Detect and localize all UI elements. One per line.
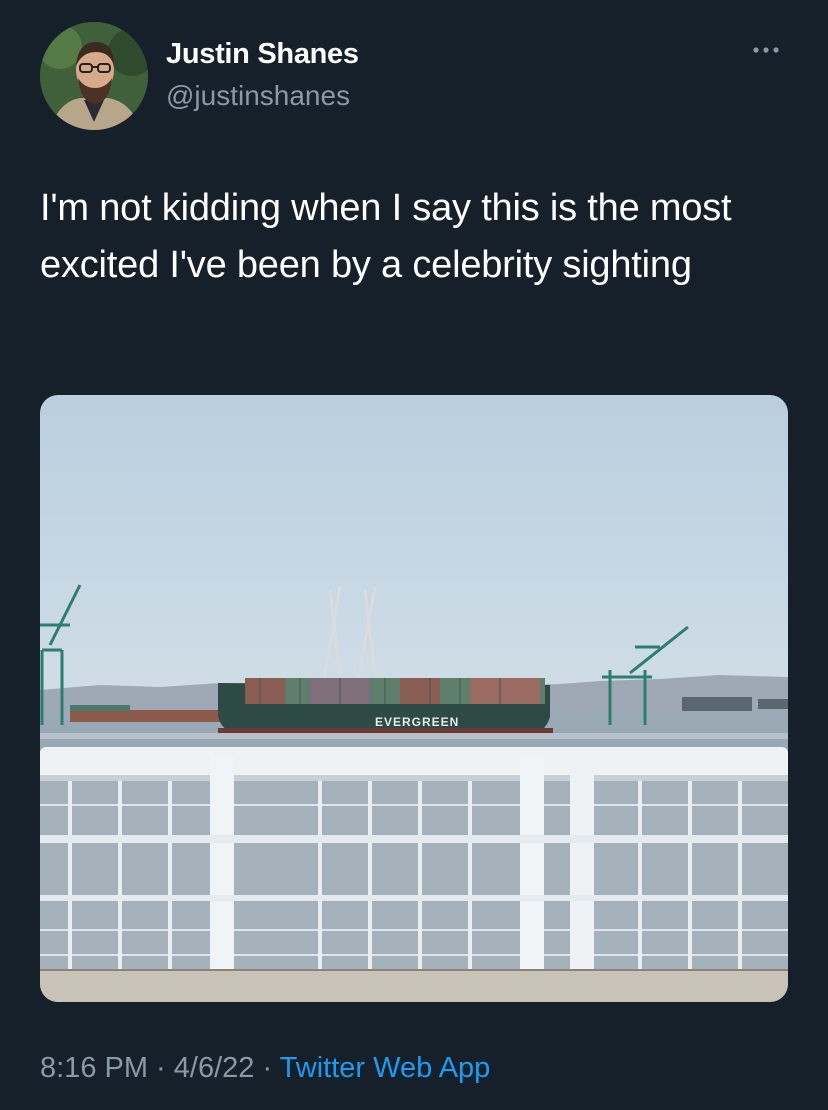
avatar[interactable]	[40, 22, 148, 130]
ship-hull-text: EVERGREEN	[375, 715, 459, 729]
author-name[interactable]: Justin Shanes	[166, 38, 359, 71]
meta-separator: ·	[254, 1052, 280, 1084]
photo-image: EVERGREEN	[40, 395, 788, 1002]
more-horizontal-icon[interactable]	[748, 40, 784, 60]
avatar-image	[40, 22, 148, 130]
tweet-time: 8:16 PM	[40, 1052, 148, 1084]
author-handle[interactable]: @justinshanes	[166, 80, 350, 112]
tweet-meta: 8:16 PM · 4/6/22 · Twitter Web App	[40, 1052, 490, 1085]
tweet-text: I'm not kidding when I say this is the m…	[40, 187, 732, 286]
meta-separator: ·	[148, 1052, 174, 1084]
tweet-source-link[interactable]: Twitter Web App	[280, 1052, 491, 1084]
tweet-date[interactable]: 4/6/22	[174, 1052, 255, 1084]
tweet-photo[interactable]: EVERGREEN	[40, 395, 788, 1002]
